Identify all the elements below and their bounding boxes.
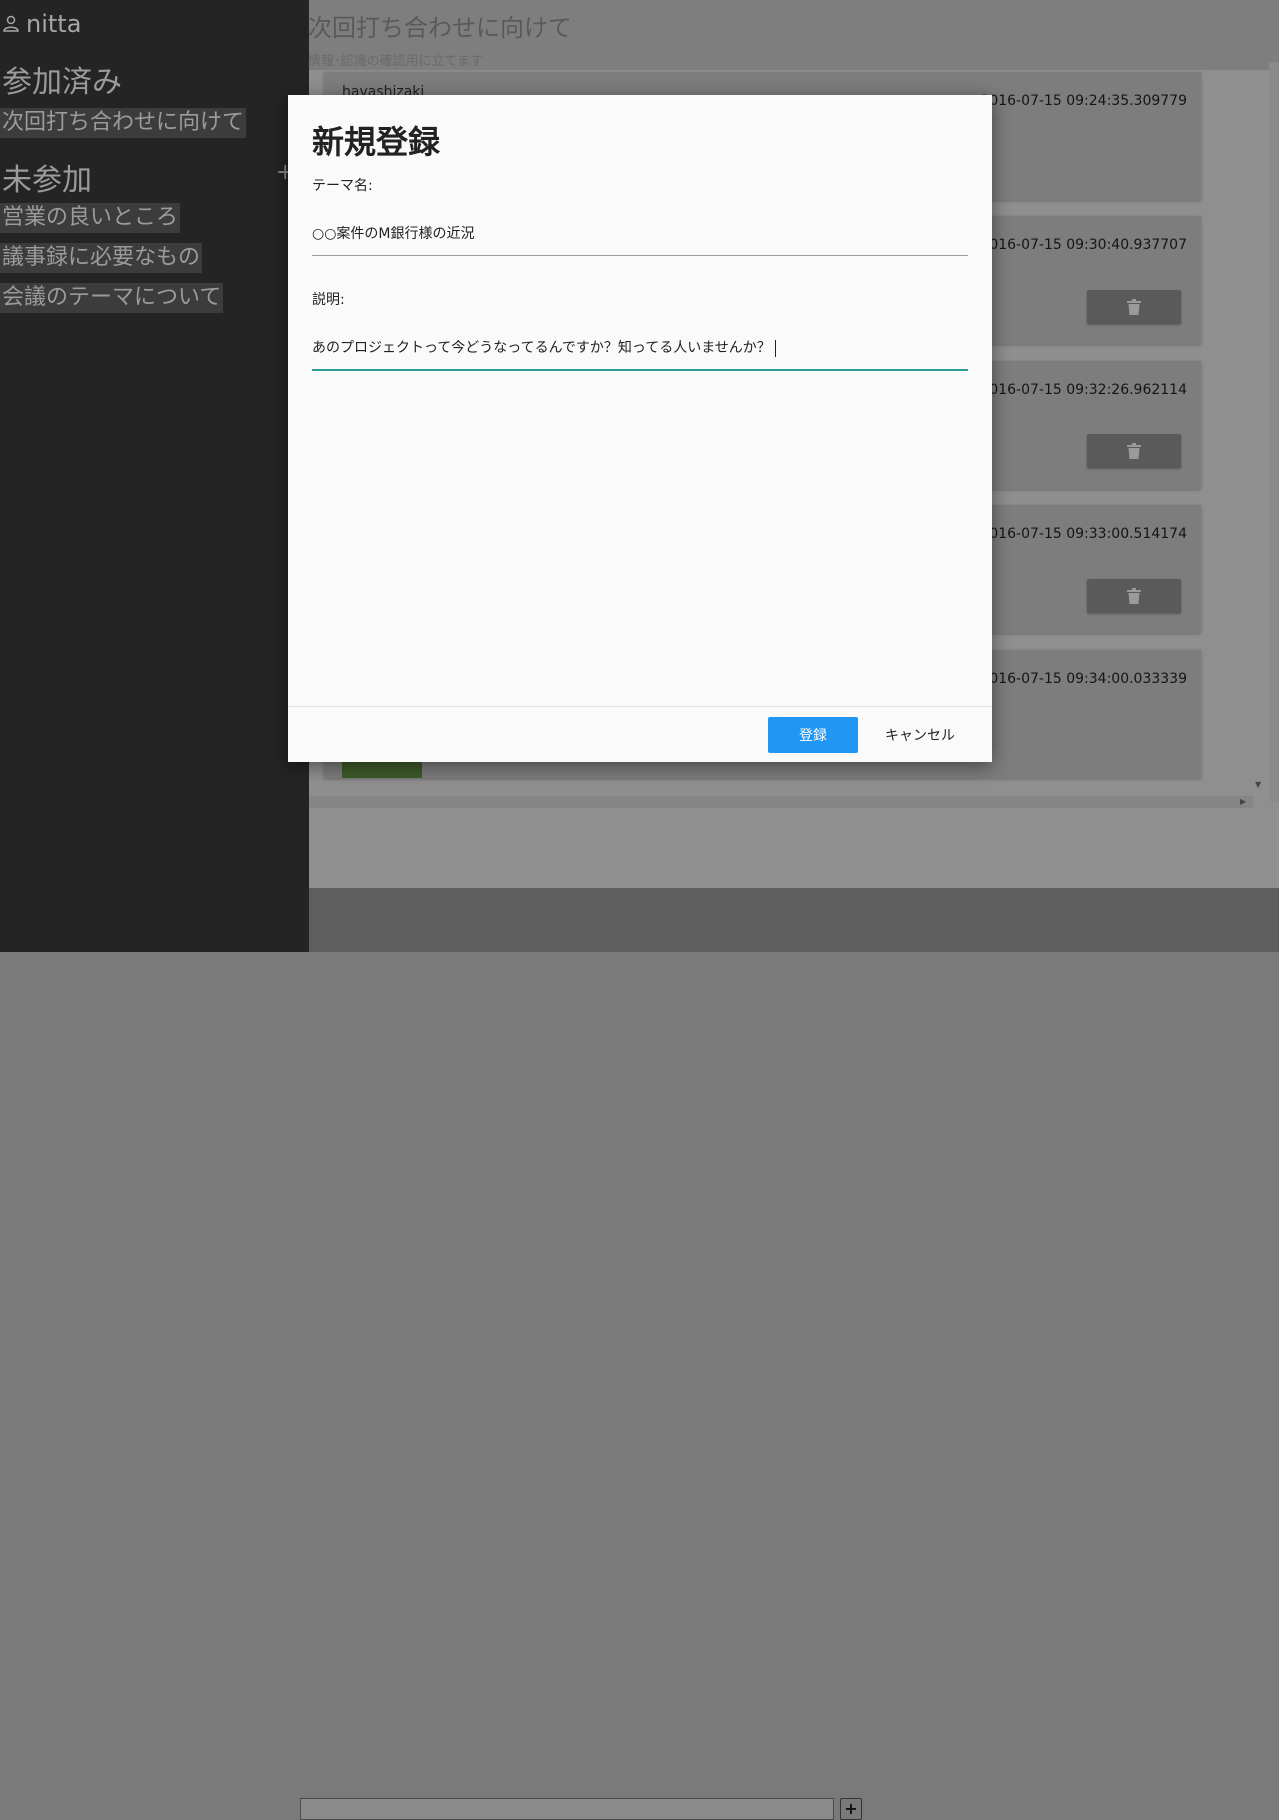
sidebar-item-room[interactable]: 営業の良いところ bbox=[0, 203, 181, 233]
text-caret bbox=[774, 339, 776, 357]
theme-input-value: ○○案件のM銀行様の近況 bbox=[312, 226, 475, 242]
description-input[interactable]: あのプロジェクトって今どうなってるんですか？知ってる人いませんか？ bbox=[312, 337, 968, 371]
theme-input[interactable]: ○○案件のM銀行様の近況 bbox=[312, 223, 968, 256]
unjoined-section-title: 未参加 bbox=[2, 163, 92, 198]
trash-icon bbox=[1127, 443, 1141, 459]
post-timestamp: 2016-07-15 09:33:00.514174 bbox=[980, 526, 1187, 542]
post-timestamp: 2016-07-15 09:24:35.309779 bbox=[980, 93, 1187, 109]
post-add-button[interactable]: + bbox=[840, 1798, 862, 1820]
sidebar-item-room[interactable]: 会議のテーマについて bbox=[0, 283, 224, 313]
delete-post-button[interactable] bbox=[1087, 290, 1181, 324]
trash-icon bbox=[1127, 299, 1141, 315]
sidebar-item-room[interactable]: 議事録に必要なもの bbox=[0, 243, 203, 273]
new-room-dialog: 新規登録 テーマ名: ○○案件のM銀行様の近況 説明: あのプロジェクトって今ど… bbox=[288, 95, 992, 762]
sidebar-item-room[interactable]: 次回打ち合わせに向けて bbox=[0, 108, 247, 138]
room-description: 情報･認識の確認用に立てます bbox=[308, 54, 483, 69]
user-info: nitta bbox=[2, 10, 81, 38]
description-input-value: あのプロジェクトって今どうなってるんですか？知ってる人いませんか？ bbox=[312, 340, 771, 356]
message-input[interactable] bbox=[300, 1798, 834, 1820]
theme-label: テーマ名: bbox=[312, 178, 373, 194]
horizontal-scrollbar[interactable] bbox=[308, 796, 1253, 808]
scroll-right-arrow-icon[interactable]: ▶ bbox=[1240, 797, 1246, 806]
room-title: 次回打ち合わせに向けて bbox=[308, 14, 572, 42]
post-timestamp: 2016-07-15 09:30:40.937707 bbox=[980, 237, 1187, 253]
sidebar: nitta 参加済み 次回打ち合わせに向けて 未参加 + 営業の良いところ 議事… bbox=[0, 0, 309, 952]
post-timestamp: 2016-07-15 09:32:26.962114 bbox=[980, 382, 1187, 398]
scroll-down-arrow-icon[interactable]: ▼ bbox=[1255, 780, 1261, 789]
description-label: 説明: bbox=[312, 292, 345, 308]
dialog-title: 新規登録 bbox=[312, 123, 441, 161]
delete-post-button[interactable] bbox=[1087, 579, 1181, 613]
person-icon bbox=[3, 15, 19, 32]
cancel-button[interactable]: キャンセル bbox=[874, 717, 966, 753]
register-button[interactable]: 登録 bbox=[768, 717, 858, 753]
joined-section-title: 参加済み bbox=[2, 65, 122, 100]
vertical-scrollbar[interactable] bbox=[1269, 62, 1279, 802]
dialog-footer-divider bbox=[288, 706, 992, 707]
delete-post-button[interactable] bbox=[1087, 434, 1181, 468]
trash-icon bbox=[1127, 588, 1141, 604]
post-timestamp: 2016-07-15 09:34:00.033339 bbox=[980, 671, 1187, 687]
username: nitta bbox=[26, 10, 82, 38]
